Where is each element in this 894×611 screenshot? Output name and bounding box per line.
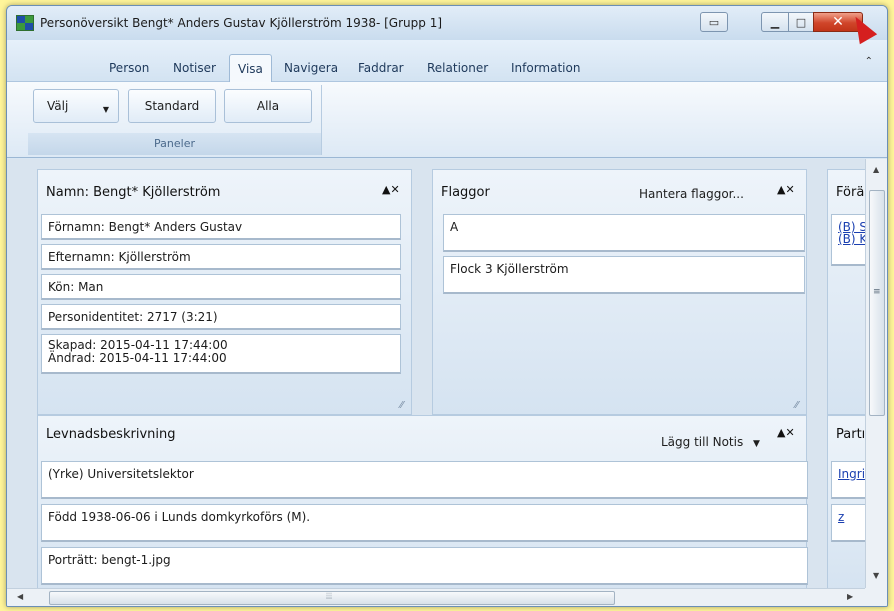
tab-navigera[interactable]: Navigera (276, 54, 346, 82)
scroll-up-icon[interactable]: ▲ (873, 165, 879, 174)
flaggor-panel: Flaggor Hantera flaggor... ▲✕ A Flock 3 … (432, 169, 807, 415)
partner-item: Ingri (831, 461, 865, 499)
notis-item[interactable]: (Yrke) Universitetslektor (41, 461, 808, 499)
tab-visa[interactable]: Visa (229, 54, 272, 82)
maximize-button[interactable]: □ (788, 12, 814, 32)
flagga-item[interactable]: A (443, 214, 805, 252)
levnadsbeskrivning-panel: Levnadsbeskrivning Lägg till Notis ▼ ▲✕ … (37, 415, 808, 588)
panel-title: Förä (836, 185, 865, 200)
ribbon-collapse-icon[interactable]: ⌃ (865, 56, 873, 67)
title-bar[interactable]: Personöversikt Bengt* Anders Gustav Kjöl… (7, 6, 887, 40)
tab-faddrar[interactable]: Faddrar (350, 54, 412, 82)
lagg-till-notis-dropdown[interactable]: Lägg till Notis ▼ (661, 435, 760, 449)
notis-item[interactable]: Porträtt: bengt-1.jpg (41, 547, 808, 585)
window-layout-icon: ▭ (708, 15, 720, 29)
panel-layout-button[interactable]: ▭ (700, 12, 728, 32)
valj-label: Välj (47, 99, 69, 113)
personidentitet-field[interactable]: Personidentitet: 2717 (3:21) (41, 304, 401, 330)
standard-button[interactable]: Standard (128, 89, 216, 123)
panel-title: Levnadsbeskrivning (46, 427, 176, 442)
panel-header: Namn: Bengt* Kjöllerström ▲✕ (38, 170, 411, 214)
minimize-icon: ▁ (770, 15, 780, 29)
panel-header: Flaggor Hantera flaggor... ▲✕ (433, 170, 806, 214)
ribbon-tabs: Person Notiser Visa Navigera Faddrar Rel… (7, 40, 887, 82)
fornamn-field[interactable]: Förnamn: Bengt* Anders Gustav (41, 214, 401, 240)
namn-panel: Namn: Bengt* Kjöllerström ▲✕ Förnamn: Be… (37, 169, 412, 415)
alla-button[interactable]: Alla (224, 89, 312, 123)
flagga-item[interactable]: Flock 3 Kjöllerström (443, 256, 805, 294)
panel-title: Flaggor (441, 185, 490, 200)
chevron-down-icon: ▼ (102, 105, 109, 114)
scroll-right-icon[interactable]: ▶ (847, 592, 853, 601)
vertical-scrollbar[interactable]: ▲ ≡ ▼ (865, 159, 887, 588)
size-grip-corner[interactable] (865, 588, 887, 606)
scroll-grip-icon: ⦙⦙⦙ (326, 592, 333, 602)
efternamn-field[interactable]: Efternamn: Kjöllerström (41, 244, 401, 270)
valj-dropdown-button[interactable]: Välj ▼ (33, 89, 119, 123)
foraldrar-panel: Förä (B) S (B) K (827, 169, 865, 415)
scroll-grip-icon: ≡ (873, 287, 881, 297)
foralder-link[interactable]: (B) K (838, 233, 865, 245)
panel-header: Förä (828, 170, 865, 214)
panel-header: Levnadsbeskrivning Lägg till Notis ▼ ▲✕ (38, 416, 806, 460)
window-title: Personöversikt Bengt* Anders Gustav Kjöl… (40, 16, 443, 30)
datum-field[interactable]: Skapad: 2015-04-11 17:44:00 Ändrad: 2015… (41, 334, 401, 374)
close-panel-icon[interactable]: ✕ (390, 183, 399, 196)
panel-title: Namn: Bengt* Kjöllerström (46, 185, 221, 200)
partner-panel: Partı Ingri z (827, 415, 865, 588)
scroll-down-icon[interactable]: ▼ (873, 571, 879, 580)
horizontal-scrollbar[interactable]: ◀ ⦙⦙⦙ ▶ (7, 588, 865, 606)
personoversikt-window: Personöversikt Bengt* Anders Gustav Kjöl… (6, 5, 888, 607)
foraldrar-list: (B) S (B) K (831, 214, 865, 266)
chevron-down-icon: ▼ (753, 439, 760, 449)
kon-field[interactable]: Kön: Man (41, 274, 401, 300)
close-panel-icon[interactable]: ✕ (785, 426, 794, 439)
panel-controls[interactable]: ▲✕ (777, 183, 795, 196)
notis-item[interactable]: Född 1938-06-06 i Lunds domkyrkoförs (M)… (41, 504, 808, 542)
partner-link[interactable]: Ingri (838, 467, 865, 481)
ribbon-panel: Välj ▼ Standard Alla Paneler (7, 82, 887, 158)
close-panel-icon[interactable]: ✕ (785, 183, 794, 196)
scroll-left-icon[interactable]: ◀ (17, 592, 23, 601)
close-icon: ✕ (832, 14, 844, 30)
panel-title: Partı (836, 427, 865, 442)
maximize-icon: □ (795, 15, 807, 29)
andrad-text: Ändrad: 2015-04-11 17:44:00 (48, 351, 227, 365)
group-label: Paneler (28, 133, 321, 155)
partner-link[interactable]: z (838, 510, 844, 524)
tab-relationer[interactable]: Relationer (419, 54, 496, 82)
vertical-scroll-thumb[interactable]: ≡ (869, 190, 885, 416)
tab-notiser[interactable]: Notiser (165, 54, 224, 82)
minimize-button[interactable]: ▁ (761, 12, 789, 32)
panel-controls[interactable]: ▲✕ (777, 426, 795, 439)
horizontal-scroll-thumb[interactable]: ⦙⦙⦙ (49, 591, 615, 605)
tab-information[interactable]: Information (503, 54, 588, 82)
panel-controls[interactable]: ▲✕ (382, 183, 400, 196)
partner-item: z (831, 504, 865, 542)
lagg-till-notis-label: Lägg till Notis (661, 435, 744, 449)
resize-grip-icon[interactable]: ⁄⁄ (795, 400, 798, 411)
panels-area: Namn: Bengt* Kjöllerström ▲✕ Förnamn: Be… (7, 159, 865, 588)
hantera-flaggor-link[interactable]: Hantera flaggor... (639, 187, 744, 201)
app-icon (16, 15, 34, 31)
tab-person[interactable]: Person (101, 54, 157, 82)
panel-header: Partı (828, 416, 865, 460)
resize-grip-icon[interactable]: ⁄⁄ (400, 400, 403, 411)
ribbon-group-paneler: Välj ▼ Standard Alla Paneler (28, 85, 322, 155)
